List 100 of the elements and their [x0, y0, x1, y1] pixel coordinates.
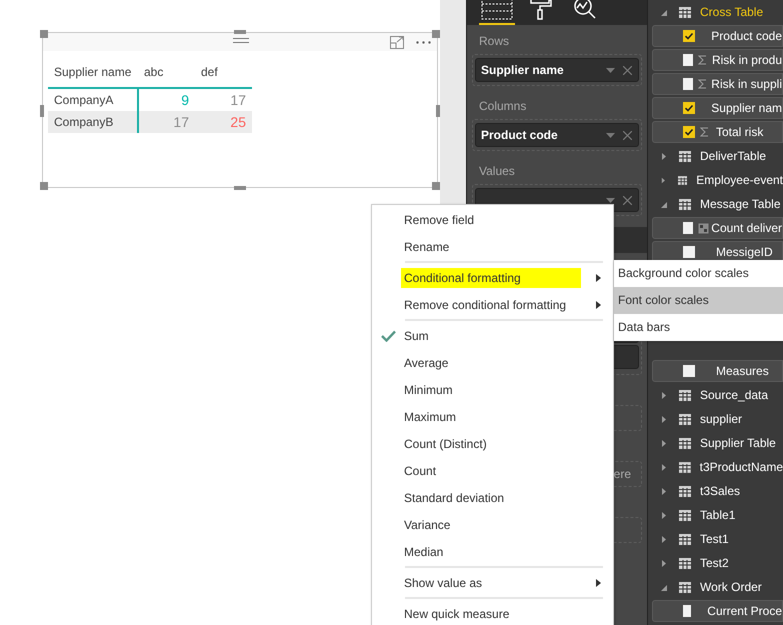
sigma-icon	[698, 55, 708, 65]
table-icon	[679, 150, 691, 162]
pane-tab[interactable]	[479, 0, 515, 25]
table-item[interactable]: t3Sales	[652, 479, 783, 503]
collapsed-triangle-icon[interactable]	[661, 560, 667, 566]
collapsed-triangle-icon[interactable]	[661, 512, 667, 518]
resize-handle[interactable]	[40, 182, 48, 190]
close-icon[interactable]	[623, 196, 632, 204]
menu-item[interactable]: Show value as	[372, 569, 613, 596]
checkbox[interactable]	[683, 126, 695, 138]
field-item[interactable]: Risk in produ	[652, 49, 783, 71]
resize-handle[interactable]	[234, 186, 246, 190]
table-item[interactable]: Work Order	[652, 575, 783, 599]
table-item[interactable]: Source_data	[652, 383, 783, 407]
table-item[interactable]: supplier	[652, 407, 783, 431]
table-icon	[679, 486, 691, 496]
field-item[interactable]: Count deliver	[652, 217, 783, 239]
paint-roller-icon	[530, 0, 552, 20]
menu-item[interactable]: Rename	[372, 233, 613, 260]
field-pill[interactable]: Supplier name	[475, 58, 639, 82]
table-item[interactable]: t3ProductName	[652, 455, 783, 479]
field-item[interactable]: Current Proce	[652, 600, 783, 622]
caret-icon[interactable]	[606, 68, 615, 72]
caret-icon[interactable]	[606, 132, 615, 138]
expanded-triangle-icon[interactable]	[661, 8, 667, 16]
menu-item[interactable]: Count (Distinct)	[372, 430, 613, 457]
submenu-arrow-icon	[596, 300, 601, 308]
resize-handle[interactable]	[432, 182, 440, 190]
field-item[interactable]: Risk in suppli	[652, 73, 783, 95]
collapsed-triangle-icon[interactable]	[661, 536, 667, 542]
checkbox[interactable]	[683, 222, 693, 234]
table-item[interactable]: Test2	[652, 551, 783, 575]
menu-item[interactable]: Minimum	[372, 376, 613, 403]
expanded-triangle-icon[interactable]	[661, 200, 667, 208]
menu-item[interactable]: Count	[372, 457, 613, 484]
checkbox[interactable]	[683, 30, 695, 42]
well-label: Columns	[479, 99, 528, 113]
resize-handle[interactable]	[436, 105, 440, 117]
column-header: Supplier name	[48, 57, 138, 88]
table-item[interactable]: Test1	[652, 527, 783, 551]
menu-item[interactable]: Remove field	[372, 206, 613, 233]
submenu-item[interactable]: Background color scales	[614, 260, 783, 287]
resize-handle[interactable]	[40, 105, 44, 117]
more-options-icon[interactable]	[416, 40, 431, 44]
resize-handle[interactable]	[40, 30, 48, 38]
close-icon[interactable]	[623, 66, 632, 74]
column-header: abc	[138, 57, 195, 88]
collapsed-triangle-icon[interactable]	[661, 152, 667, 160]
submenu-arrow-icon	[596, 578, 601, 586]
collapsed-triangle-icon[interactable]	[661, 464, 667, 470]
calculator-icon	[698, 222, 709, 234]
collapsed-triangle-icon[interactable]	[661, 176, 666, 184]
collapsed-triangle-icon[interactable]	[661, 392, 667, 398]
submenu-item[interactable]: Data bars	[614, 314, 783, 341]
resize-handle[interactable]	[432, 30, 440, 38]
well-label: Rows	[479, 34, 510, 48]
focus-mode-icon[interactable]	[390, 36, 404, 48]
table-visual[interactable]: Supplier name abc def CompanyA 9 17 CompanyB 17 25	[42, 32, 438, 188]
menu-item[interactable]: Maximum	[372, 403, 613, 430]
table-icon	[679, 582, 691, 592]
collapsed-triangle-icon[interactable]	[661, 416, 667, 422]
column-header: def	[195, 57, 252, 88]
field-item[interactable]: Supplier nam	[652, 97, 783, 119]
table-item[interactable]: Cross Table	[652, 0, 783, 24]
submenu-item[interactable]: Font color scales	[614, 287, 783, 314]
table-item[interactable]: DeliverTable	[652, 144, 783, 168]
table-item[interactable]: Employee-event	[652, 168, 783, 192]
menu-item[interactable]: Median	[372, 538, 613, 565]
menu-item[interactable]: Average	[372, 349, 613, 376]
checkbox[interactable]	[683, 365, 695, 377]
field-item[interactable]: Measures	[652, 360, 783, 382]
checkmark-icon	[380, 330, 396, 342]
checkbox[interactable]	[683, 102, 695, 114]
table-icon	[679, 198, 691, 210]
collapsed-triangle-icon[interactable]	[661, 488, 667, 494]
checkbox[interactable]	[683, 78, 693, 90]
collapsed-triangle-icon[interactable]	[661, 440, 667, 446]
drag-handle-icon[interactable]	[233, 38, 249, 43]
table-icon	[679, 534, 691, 544]
checkbox[interactable]	[683, 246, 695, 258]
menu-item[interactable]: Remove conditional formatting	[372, 291, 613, 318]
table-item[interactable]: Message Table	[652, 192, 783, 216]
row-header: CompanyB	[48, 111, 138, 133]
menu-item[interactable]: Standard deviation	[372, 484, 613, 511]
menu-item[interactable]: Sum	[372, 322, 613, 349]
magnifier-chart-icon	[573, 0, 597, 20]
expanded-triangle-icon[interactable]	[661, 584, 667, 590]
table-item[interactable]: Supplier Table	[652, 431, 783, 455]
field-item[interactable]: Product code	[652, 25, 783, 47]
menu-item[interactable]: New quick measure	[372, 600, 613, 625]
resize-handle[interactable]	[234, 30, 246, 34]
value-cell: 17	[195, 88, 252, 111]
field-pill[interactable]: Product code	[475, 123, 639, 147]
table-item[interactable]: Table1	[652, 503, 783, 527]
well-label: Values	[479, 164, 516, 178]
checkbox[interactable]	[683, 54, 694, 66]
field-item[interactable]: Total risk	[652, 121, 783, 143]
menu-item[interactable]: Variance	[372, 511, 613, 538]
checkbox[interactable]	[683, 605, 691, 617]
close-icon[interactable]	[623, 130, 632, 140]
